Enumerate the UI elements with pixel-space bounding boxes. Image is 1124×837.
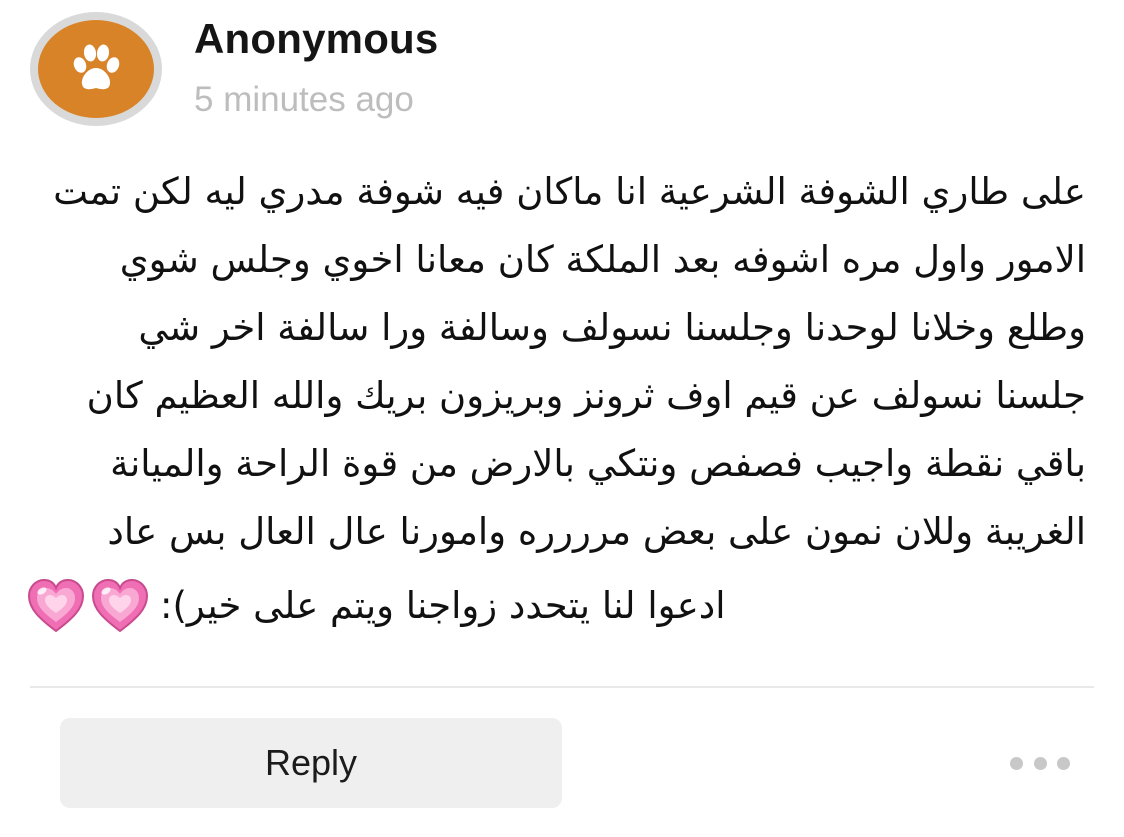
more-options-button[interactable] [1010,748,1070,778]
comment-line: الامور واول مره اشوفه بعد الملكة كان معا… [119,238,1086,281]
more-dots-icon [1033,756,1047,770]
more-dots-icon [1057,756,1070,770]
comment-line: باقي نقطة واجيب فصفص ونتكي بالارض من قوة… [110,442,1086,485]
timestamp: 5 minutes ago [194,80,414,119]
heart-icon [91,578,149,633]
more-dots-icon [1010,756,1023,770]
divider [30,686,1094,688]
paw-icon [73,44,120,90]
emoji-group [26,577,150,635]
author-name[interactable]: Anonymous [194,14,438,64]
reply-button[interactable]: Reply [60,718,562,808]
comment-last-line-row: ادعوا لنا يتحدد زواجنا ويتم على خير): [26,570,1086,642]
comment-body: على طاري الشوفة الشرعية انا ماكان فيه شو… [26,158,1086,642]
comment-line: جلسنا نسولف عن قيم اوف ثرونز وبريزون بري… [86,374,1086,417]
heart-icon [27,578,85,633]
comment-line: الغريبة وللان نمون على بعض مرررره وامورن… [107,510,1086,553]
comment-line: وطلع وخلانا لوحدنا وجلسنا نسولف وسالفة و… [138,306,1086,349]
comment-line: على طاري الشوفة الشرعية انا ماكان فيه شو… [53,170,1086,213]
comment-last-line: ادعوا لنا يتحدد زواجنا ويتم على خير): [160,584,726,627]
avatar[interactable] [38,20,154,118]
